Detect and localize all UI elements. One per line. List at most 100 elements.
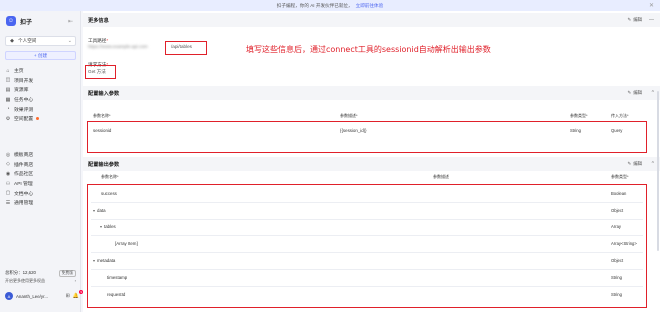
output-param-type[interactable]: Boolean [611,191,626,196]
expand-icon: ▾ [93,258,96,263]
param-type[interactable]: String [570,128,581,133]
top-banner: 扣子编程，你的 AI 开发伙伴已就位， 立即前往体验 ✕ [0,0,660,11]
section-title: 更多信息 [88,17,109,24]
output-params-header: 配置输出参数 ✎ 编辑 ^ [83,157,660,171]
brand-name: 扣子 [20,19,33,26]
output-param-name[interactable]: ▾ tables [100,224,116,229]
sidebar-item-evaluation[interactable]: ◔ 效果评测 [3,104,78,114]
points-total: 总积分：12,620 [5,270,36,275]
sidebar-item-space-config[interactable]: ⚙ 空间配置 [3,114,78,124]
collapse-icon[interactable]: ^ [652,161,654,167]
output-param-name[interactable]: timestamp [107,275,127,280]
edit-label: 编辑 [633,90,642,95]
main-content: 更多信息 ✎ 编辑 — 工具路径* https://www.example-api… [83,11,660,312]
sidebar-item-home[interactable]: ⌂ 主页 [3,66,78,76]
output-param-name[interactable]: ▾ data [93,208,106,213]
sidebar-item-docs[interactable]: ▢ 文档中心 [3,188,78,198]
scrollbar[interactable] [657,91,659,251]
space-icon: ◆ [10,38,14,44]
sidebar-item-api[interactable]: ⚇ API 管理 [3,179,78,189]
highlight-box [87,121,647,153]
output-param-type[interactable]: Object [611,258,623,263]
output-param-type[interactable]: Array [611,224,621,229]
row-divider [91,252,643,253]
output-param-type[interactable]: String [611,275,622,280]
user-name[interactable]: Ananth_Lee/yr... [16,294,48,299]
banner-link[interactable]: 立即前往体验 [356,3,384,9]
col-header-method: 传入方法* [611,113,629,118]
expand-icon: ▾ [100,224,103,229]
gear-icon: ⚙ [5,115,11,122]
col-header-name: 参数名称* [93,113,111,118]
sidebar-item-tasks[interactable]: ▦ 任务中心 [3,95,78,105]
highlight-box [165,41,207,55]
sidebar-item-library[interactable]: ▤ 资源库 [3,85,78,95]
chart-icon: ◔ [6,106,10,113]
output-param-name[interactable]: [Array Item] [115,241,138,246]
output-param-type[interactable]: Object [611,208,623,213]
more-info-header: 更多信息 ✎ 编辑 — [83,13,660,27]
output-param-name[interactable]: success [101,191,117,196]
community-icon: ◉ [5,170,11,177]
sidebar-item-template-store[interactable]: ◎ 模板商店 [3,150,78,160]
banner-text: 扣子编程，你的 AI 开发伙伴已就位， [276,2,353,8]
col-header-type: 参数类型* [570,113,588,118]
points-upgrade-text: 开启更多使用更多权益 [5,277,45,283]
expand-icon: ▾ [93,208,96,213]
annotation-text: 填写这些信息后，通过connect工具的sessionid自动解析出输出参数 [246,45,491,54]
template-icon: ◎ [5,151,11,158]
plan-badge: 免费版 [58,269,76,277]
chevron-down-icon: ⌄ [67,38,72,44]
sidebar-item-general[interactable]: ☰ 通用管理 [3,198,78,208]
avatar[interactable]: A [5,292,13,300]
edit-icon: ✎ [627,17,632,22]
output-param-type[interactable]: String [611,292,622,297]
create-button[interactable]: + 创建 [5,51,76,60]
sidebar-item-label: API 管理 [14,182,33,188]
sidebar-item-plugin-store[interactable]: ◇ 插件商店 [3,160,78,170]
grid-icon[interactable]: ⊞ [66,293,70,299]
nav-primary: ⌂ 主页 ◫ 项目开发 ▤ 资源库 ▦ 任务中心 ◔ 效果评测 ⚙ 空间配置 [3,66,78,124]
edit-button[interactable]: ✎ 编辑 [628,17,642,23]
path-blurred: https://www.example-api.com [88,44,148,49]
row-divider [91,286,643,287]
project-icon: ◫ [5,77,11,84]
section-title: 配置输出参数 [88,161,120,168]
sidebar-item-label: 插件商店 [14,162,34,168]
sidebar: ☺ 扣子 ⇤ ◆ 个人空间 ⌄ + 创建 ⌂ 主页 ◫ 项目开发 ▤ 资源库 ▦ 任务中… [0,11,83,312]
sidebar-item-projects[interactable]: ◫ 项目开发 [3,76,78,86]
home-icon: ⌂ [6,67,10,74]
output-param-type[interactable]: Array<String> [611,241,637,246]
sidebar-item-label: 文档中心 [14,191,34,197]
param-method[interactable]: Query [611,128,622,133]
collapse-sidebar-icon[interactable]: ⇤ [68,18,73,25]
sidebar-item-label: 模板商店 [14,153,34,159]
output-param-name[interactable]: requestId [107,292,125,297]
library-icon: ▤ [5,86,11,93]
row-divider [91,202,643,203]
api-icon: ⚇ [5,180,11,187]
bell-icon[interactable]: 🔔 9 [73,290,83,299]
edit-button[interactable]: ✎ 编辑 [628,90,642,96]
sidebar-item-community[interactable]: ◉ 作品社区 [3,169,78,179]
sidebar-item-label: 主页 [14,69,24,75]
col-header-name: 参数名称* [101,174,119,179]
space-label: 个人空间 [18,38,37,43]
collapse-icon[interactable]: ^ [652,90,654,96]
param-desc[interactable]: {{session_id}} [340,128,367,133]
edit-button[interactable]: ✎ 编辑 [628,161,642,167]
task-icon: ▦ [5,96,11,103]
close-icon[interactable]: ✕ [649,2,654,9]
space-select[interactable]: ◆ 个人空间 ⌄ [5,36,76,46]
edit-icon: ✎ [627,161,632,166]
output-param-name[interactable]: ▾ metadata [93,258,115,263]
points-panel[interactable]: 总积分：12,620 免费版 开启更多使用更多权益 › [5,269,76,284]
brand[interactable]: ☺ 扣子 [6,16,32,26]
sidebar-item-label: 空间配置 [14,117,34,123]
param-name[interactable]: sessionid [93,128,111,133]
edit-label: 编辑 [633,17,642,22]
row-divider [91,235,643,236]
sidebar-item-label: 通用管理 [14,201,34,207]
edit-label: 编辑 [633,161,642,166]
collapse-icon[interactable]: — [649,17,654,23]
